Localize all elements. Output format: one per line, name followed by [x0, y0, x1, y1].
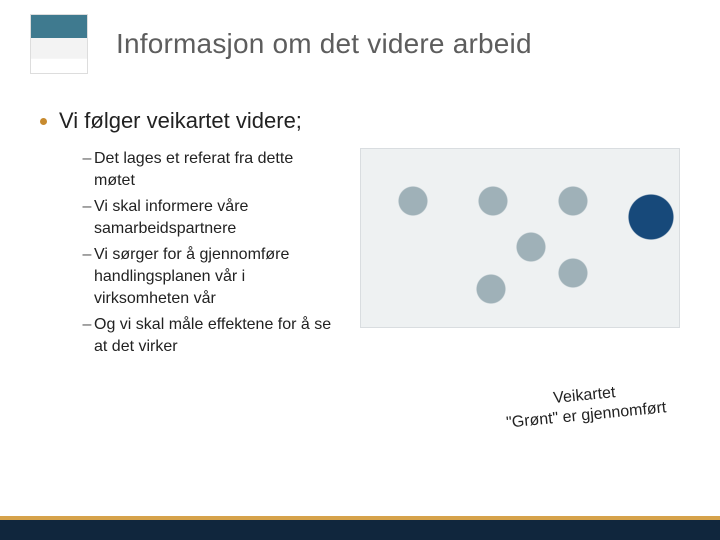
logo	[30, 14, 88, 74]
dash-icon: –	[80, 196, 94, 240]
sub-item: – Vi sørger for å gjennomføre handlingsp…	[80, 244, 338, 310]
sub-item: – Det lages et referat fra dette møtet	[80, 148, 338, 192]
sub-text: Vi skal informere våre samarbeidspartner…	[94, 196, 338, 240]
slide-title: Informasjon om det videre arbeid	[116, 28, 532, 60]
sub-text: Det lages et referat fra dette møtet	[94, 148, 338, 192]
sub-text: Vi sørger for å gjennomføre handlingspla…	[94, 244, 338, 310]
dash-icon: –	[80, 244, 94, 310]
slide: Informasjon om det videre arbeid Vi følg…	[0, 0, 720, 540]
sub-bullets: – Det lages et referat fra dette møtet –…	[40, 148, 338, 362]
sub-item: – Vi skal informere våre samarbeidspartn…	[80, 196, 338, 240]
sub-item: – Og vi skal måle effektene for å se at …	[80, 314, 338, 358]
dash-icon: –	[80, 148, 94, 192]
footer	[0, 516, 720, 540]
body: Vi følger veikartet videre; – Det lages …	[0, 74, 720, 362]
footer-bar	[0, 520, 720, 540]
callout-note: Veikartet "Grønt" er gjennomført	[504, 378, 668, 433]
roadmap-figure	[360, 148, 680, 328]
dash-icon: –	[80, 314, 94, 358]
sub-text: Og vi skal måle effektene for å se at de…	[94, 314, 338, 358]
figure-column	[338, 148, 680, 362]
lead-text: Vi følger veikartet videre;	[59, 108, 302, 134]
header: Informasjon om det videre arbeid	[0, 0, 720, 74]
bullet-icon	[40, 118, 47, 125]
lead-bullet: Vi følger veikartet videre;	[40, 108, 680, 134]
columns: – Det lages et referat fra dette møtet –…	[40, 148, 680, 362]
